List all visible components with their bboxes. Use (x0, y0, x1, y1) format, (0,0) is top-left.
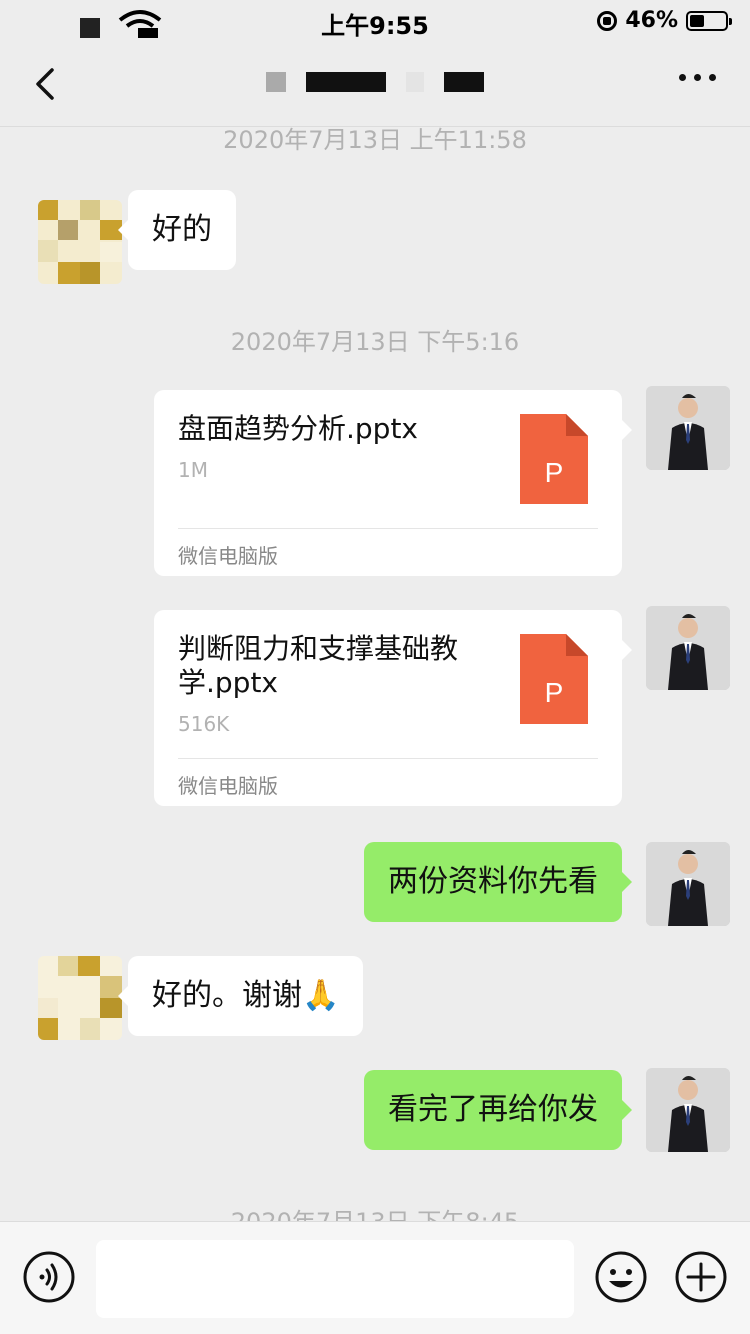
message-bubble[interactable]: 两份资料你先看 (364, 842, 632, 922)
chat-header (0, 44, 750, 127)
voice-icon[interactable] (22, 1250, 76, 1304)
my-avatar[interactable] (646, 1068, 730, 1152)
message-bubble[interactable]: 好的 (118, 190, 236, 270)
file-source: 微信电脑版 (178, 774, 278, 798)
divider (178, 528, 598, 529)
battery-icon (686, 10, 732, 31)
emoji-icon[interactable] (594, 1250, 648, 1304)
file-name: 盘面趋势分析.pptx (178, 412, 418, 445)
ppt-file-icon: P (520, 414, 588, 504)
battery-percent: 46% (625, 8, 678, 33)
file-message-card[interactable]: 盘面趋势分析.pptx 1M P 微信电脑版 (154, 390, 632, 576)
redaction-block (306, 72, 386, 92)
redaction-block (266, 72, 286, 92)
contact-avatar-pixelated[interactable] (38, 956, 122, 1040)
file-size: 1M (178, 458, 208, 482)
status-bar: 上午9:55 46% (0, 0, 750, 44)
plus-icon[interactable] (674, 1250, 728, 1304)
file-size: 516K (178, 712, 230, 736)
chat-title-redacted (0, 72, 750, 92)
file-message-card[interactable]: 判断阻力和支撑基础教学.pptx 516K P 微信电脑版 (154, 610, 632, 806)
my-avatar[interactable] (646, 606, 730, 690)
divider (178, 758, 598, 759)
message-input[interactable] (96, 1240, 574, 1318)
contact-avatar-pixelated[interactable] (38, 200, 122, 284)
message-bubble[interactable]: 看完了再给你发 (364, 1070, 632, 1150)
redaction-block (406, 72, 424, 92)
ppt-file-icon: P (520, 634, 588, 724)
more-dots-icon[interactable] (679, 74, 716, 81)
file-name: 判断阻力和支撑基础教学.pptx (178, 632, 459, 699)
my-avatar[interactable] (646, 386, 730, 470)
redaction-block (444, 72, 484, 92)
timestamp: 2020年7月13日 下午5:16 (230, 328, 520, 356)
svg-text:P: P (545, 457, 564, 488)
status-right: 46% (597, 8, 732, 33)
rotation-lock-icon (597, 10, 618, 31)
input-bar (0, 1221, 750, 1334)
svg-text:P: P (545, 677, 564, 708)
file-source: 微信电脑版 (178, 544, 278, 568)
message-bubble[interactable]: 好的。谢谢🙏 (117, 956, 364, 1036)
my-avatar[interactable] (646, 842, 730, 926)
